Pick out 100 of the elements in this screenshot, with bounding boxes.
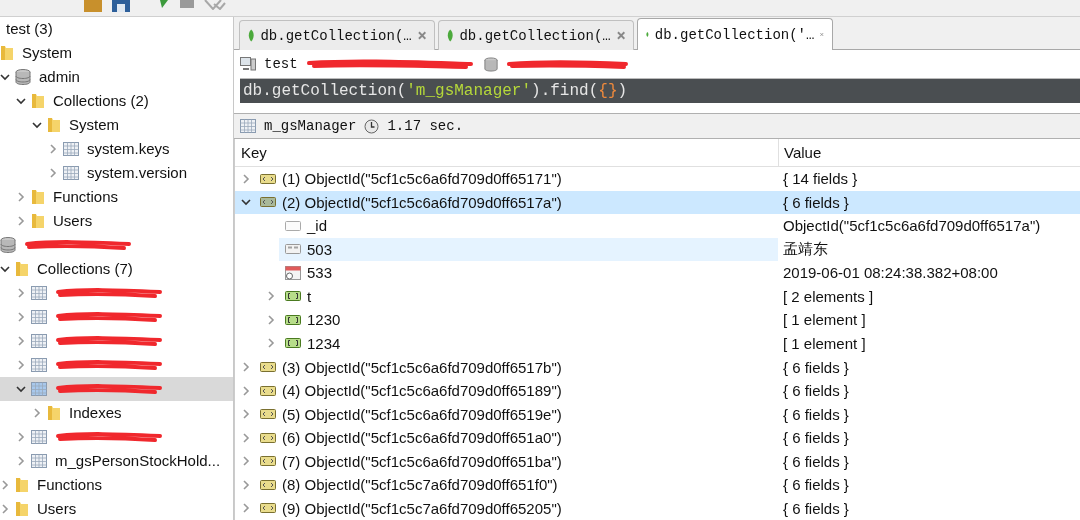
column-header: Key	[240, 144, 268, 161]
result-row[interactable]: (1) ObjectId("5cf1c5c6a6fd709d0ff65171") { 14 fields }	[235, 167, 1080, 191]
value-text: { 6 fields }	[783, 499, 849, 517]
folder-icon	[31, 213, 45, 229]
query-tab[interactable]: db.getCollection('…	[637, 18, 833, 50]
play-icon[interactable]	[158, 0, 170, 8]
key-text: t	[307, 287, 312, 305]
table-icon	[31, 286, 47, 300]
query-editor[interactable]: db.getCollection('m_gsManager').find({})	[240, 78, 1080, 103]
value-icon	[285, 220, 301, 231]
value-text: [ 1 element ]	[783, 311, 866, 329]
caret-icon[interactable]	[241, 197, 251, 208]
close-icon[interactable]	[616, 31, 625, 40]
document-icon	[260, 173, 276, 184]
tree-item[interactable]: test (3)	[0, 17, 233, 41]
key-text: 1230	[307, 311, 341, 329]
caret-icon[interactable]	[16, 96, 26, 106]
result-row[interactable]: (4) ObjectId("5cf1c5c6a6fd709d0ff65189") { 6 fields }	[235, 378, 1080, 403]
tree-item[interactable]: system.keys	[0, 137, 233, 161]
key-text: 503	[307, 240, 333, 258]
key-text: (2) ObjectId("5cf1c5c6a6fd709d0ff6517a")	[282, 193, 562, 211]
leaf-icon	[248, 29, 255, 42]
column-header: Value	[778, 139, 1080, 166]
value-text: { 6 fields }	[783, 405, 849, 423]
tree-item[interactable]: System	[0, 41, 233, 65]
result-row[interactable]: (5) ObjectId("5cf1c5c6a6fd709d0ff6519e") { 6 fields }	[235, 402, 1080, 426]
tree-item[interactable]: Functions	[0, 185, 233, 209]
caret-icon[interactable]	[32, 120, 42, 130]
folder-icon	[47, 117, 61, 133]
key-text: (7) ObjectId("5cf1c5c6a6fd709d0ff651ba")	[282, 452, 562, 470]
folder-icon	[15, 477, 29, 493]
tree-item[interactable]: System	[0, 113, 233, 137]
value-text: 孟靖东	[783, 239, 828, 259]
result-row[interactable]: (2) ObjectId("5cf1c5c6a6fd709d0ff6517a") { 6 fields }	[235, 190, 1080, 215]
folder-icon	[15, 261, 29, 277]
tree-item[interactable]: Users	[0, 497, 233, 520]
table-icon	[31, 310, 47, 324]
table-icon	[240, 119, 256, 133]
result-row[interactable]: _id ObjectId("5cf1c5c6a6fd709d0ff6517a")	[235, 214, 1080, 238]
value-text: 2019-06-01 08:24:38.382+08:00	[783, 264, 998, 282]
tree-item[interactable]: system.version	[0, 161, 233, 185]
document-icon	[260, 362, 276, 372]
table-icon	[31, 454, 47, 468]
close-icon[interactable]	[417, 31, 426, 40]
leaf-icon	[447, 29, 454, 42]
document-icon	[260, 479, 276, 490]
array-icon	[285, 291, 301, 302]
calendar-icon	[285, 265, 301, 280]
tools-icon[interactable]	[204, 0, 226, 10]
tree-item[interactable]: admin	[0, 65, 233, 89]
result-row[interactable]: 1234 [ 1 element ]	[235, 331, 1080, 356]
caret-icon[interactable]	[0, 72, 10, 82]
value-text: [ 2 elements ]	[783, 287, 874, 305]
result-row[interactable]: (6) ObjectId("5cf1c5c6a6fd709d0ff651a0") { 6 fields }	[235, 425, 1080, 450]
key-text: 1234	[307, 335, 341, 352]
value-text: { 6 fields }	[783, 358, 849, 376]
caret-icon[interactable]	[0, 264, 10, 274]
key-text: (5) ObjectId("5cf1c5c6a6fd709d0ff6519e")	[282, 405, 562, 423]
table-icon	[31, 382, 47, 396]
key-text: (3) ObjectId("5cf1c5c6a6fd709d0ff6517b")	[282, 358, 562, 376]
document-icon	[260, 432, 276, 443]
value-text: { 6 fields }	[783, 193, 849, 211]
document-icon	[260, 503, 276, 514]
table-icon	[63, 166, 79, 180]
query-tab[interactable]: db.getCollection(…	[239, 20, 435, 50]
value-text: { 14 fields }	[783, 170, 858, 188]
caret-icon[interactable]	[16, 384, 26, 394]
collection-name: m_gsManager	[264, 118, 357, 134]
result-row[interactable]: t [ 2 elements ]	[235, 284, 1080, 309]
tree-item[interactable]: Indexes	[0, 401, 233, 425]
folder-icon	[31, 189, 45, 205]
result-row[interactable]: (8) ObjectId("5cf1c5c7a6fd709d0ff651f0") { 6 fields }	[235, 472, 1080, 497]
database-icon	[15, 69, 31, 85]
document-icon	[260, 409, 276, 420]
folder-icon	[15, 501, 29, 517]
array-icon	[285, 338, 301, 349]
array-icon	[285, 314, 301, 325]
result-row[interactable]: (9) ObjectId("5cf1c5c7a6fd709d0ff65205") { 6 fields }	[235, 496, 1080, 520]
tree-item[interactable]: Collections (7)	[0, 257, 233, 281]
result-row[interactable]: (3) ObjectId("5cf1c5c6a6fd709d0ff6517b") { 6 fields }	[235, 355, 1080, 379]
save-icon[interactable]	[112, 0, 130, 12]
tree-item[interactable]: Collections (2)	[0, 89, 233, 113]
tree-item[interactable]: Users	[0, 209, 233, 233]
tree-item[interactable]: Functions	[0, 473, 233, 497]
document-icon	[260, 197, 276, 208]
string-icon	[285, 244, 301, 255]
folder-icon	[47, 405, 61, 421]
value-text: { 6 fields }	[783, 476, 849, 494]
value-text: { 6 fields }	[783, 382, 849, 400]
database-icon	[483, 56, 498, 72]
key-text: (8) ObjectId("5cf1c5c7a6fd709d0ff651f0")	[282, 476, 558, 494]
result-row[interactable]: 533 2019-06-01 08:24:38.382+08:00	[235, 261, 1080, 285]
table-icon	[63, 142, 79, 156]
result-row[interactable]: 1230 [ 1 element ]	[235, 308, 1080, 332]
key-text: (9) ObjectId("5cf1c5c7a6fd709d0ff65205")	[282, 499, 562, 517]
folder-icon	[0, 45, 14, 61]
result-row[interactable]: (7) ObjectId("5cf1c5c6a6fd709d0ff651ba") { 6 fields }	[235, 449, 1080, 473]
computer-icon	[240, 57, 256, 71]
tree-item[interactable]: m_gsPersonStockHold...	[0, 449, 233, 473]
query-tab[interactable]: db.getCollection(…	[438, 20, 634, 50]
